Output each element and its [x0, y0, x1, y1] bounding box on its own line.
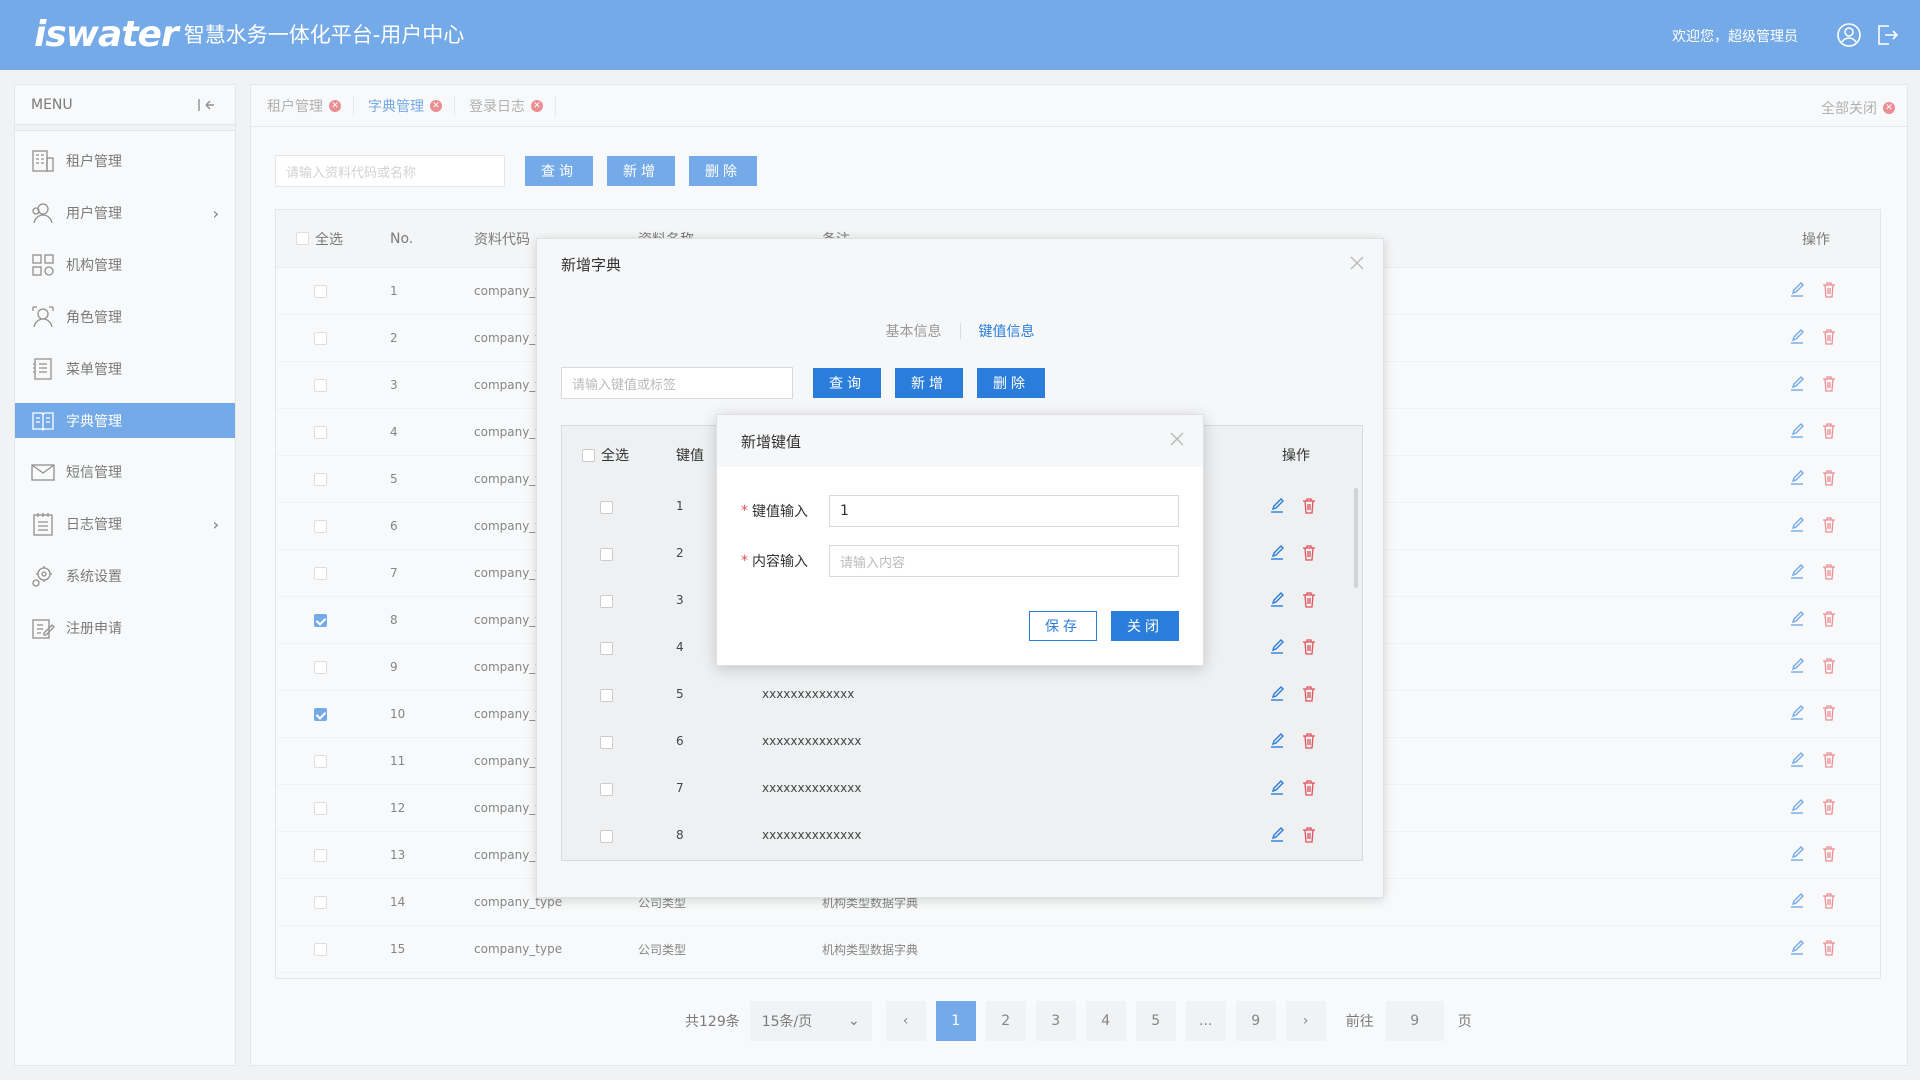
- scrollbar[interactable]: [1354, 488, 1358, 588]
- content-form-row: * 内容输入 请输入内容: [741, 545, 1179, 577]
- row-key: 6: [676, 734, 684, 748]
- table-row: 8 xxxxxxxxxxxxxx: [562, 813, 1362, 860]
- edit-icon[interactable]: [1268, 732, 1286, 753]
- row-checkbox[interactable]: [600, 642, 613, 655]
- edit-icon[interactable]: [1268, 685, 1286, 706]
- required-mark: *: [741, 553, 748, 569]
- close-icon[interactable]: [1167, 429, 1187, 449]
- edit-icon[interactable]: [1268, 638, 1286, 659]
- trash-icon[interactable]: [1300, 638, 1318, 659]
- row-key: 5: [676, 687, 684, 701]
- row-key: 2: [676, 546, 684, 560]
- dialog-toolbar: 请输入键值或标签 查询 新增 删除: [561, 367, 1045, 399]
- row-key: 7: [676, 781, 684, 795]
- row-key: 4: [676, 640, 684, 654]
- row-label: xxxxxxxxxxxxxx: [762, 734, 862, 748]
- trash-icon[interactable]: [1300, 591, 1318, 612]
- dialog-title: 新增键值: [717, 415, 1203, 467]
- row-checkbox[interactable]: [600, 830, 613, 843]
- trash-icon[interactable]: [1300, 685, 1318, 706]
- row-checkbox[interactable]: [600, 783, 613, 796]
- close-button[interactable]: 关闭: [1111, 611, 1179, 641]
- save-button[interactable]: 保存: [1029, 611, 1097, 641]
- row-key: 3: [676, 593, 684, 607]
- trash-icon[interactable]: [1300, 732, 1318, 753]
- trash-icon[interactable]: [1300, 826, 1318, 847]
- edit-icon[interactable]: [1268, 779, 1286, 800]
- trash-icon[interactable]: [1300, 544, 1318, 565]
- trash-icon[interactable]: [1300, 497, 1318, 518]
- row-key: 1: [676, 499, 684, 513]
- table-row: 6 xxxxxxxxxxxxxx: [562, 719, 1362, 766]
- dialog-subtabs: 基本信息 键值信息: [537, 321, 1383, 341]
- subtab-key-info[interactable]: 键值信息: [961, 321, 1053, 341]
- row-checkbox[interactable]: [600, 736, 613, 749]
- table-row: 7 xxxxxxxxxxxxxx: [562, 766, 1362, 813]
- column-ops: 操作: [1282, 448, 1310, 464]
- dialog-add-button[interactable]: 新增: [895, 368, 963, 398]
- required-mark: *: [741, 503, 748, 519]
- key-input[interactable]: 1: [829, 495, 1179, 527]
- dialog-query-button[interactable]: 查询: [813, 368, 881, 398]
- add-key-dialog: 新增键值 * 键值输入 1 * 内容输入 请输入内容 保存 关闭: [716, 414, 1204, 666]
- key-form-row: * 键值输入 1: [741, 495, 1179, 527]
- content-label: 内容输入: [752, 554, 808, 570]
- content-input[interactable]: 请输入内容: [829, 545, 1179, 577]
- row-label: xxxxxxxxxxxxx: [762, 687, 855, 701]
- edit-icon[interactable]: [1268, 497, 1286, 518]
- key-search-input[interactable]: 请输入键值或标签: [561, 367, 793, 399]
- row-checkbox[interactable]: [600, 689, 613, 702]
- close-icon[interactable]: [1347, 253, 1367, 273]
- table-row: 5 xxxxxxxxxxxxx: [562, 672, 1362, 719]
- dialog-delete-button[interactable]: 删除: [977, 368, 1045, 398]
- row-checkbox[interactable]: [600, 548, 613, 561]
- inner-select-all-checkbox[interactable]: [582, 448, 595, 462]
- row-label: xxxxxxxxxxxxxx: [762, 828, 862, 842]
- row-checkbox[interactable]: [600, 501, 613, 514]
- edit-icon[interactable]: [1268, 544, 1286, 565]
- edit-icon[interactable]: [1268, 591, 1286, 612]
- dialog-title: 新增字典: [537, 239, 1383, 289]
- key-label: 键值输入: [752, 504, 808, 520]
- row-key: 8: [676, 828, 684, 842]
- edit-icon[interactable]: [1268, 826, 1286, 847]
- row-label: xxxxxxxxxxxxxx: [762, 781, 862, 795]
- subtab-basic-info[interactable]: 基本信息: [868, 321, 960, 341]
- row-checkbox[interactable]: [600, 595, 613, 608]
- column-key: 键值: [676, 448, 704, 464]
- trash-icon[interactable]: [1300, 779, 1318, 800]
- select-all-label: 全选: [601, 448, 629, 464]
